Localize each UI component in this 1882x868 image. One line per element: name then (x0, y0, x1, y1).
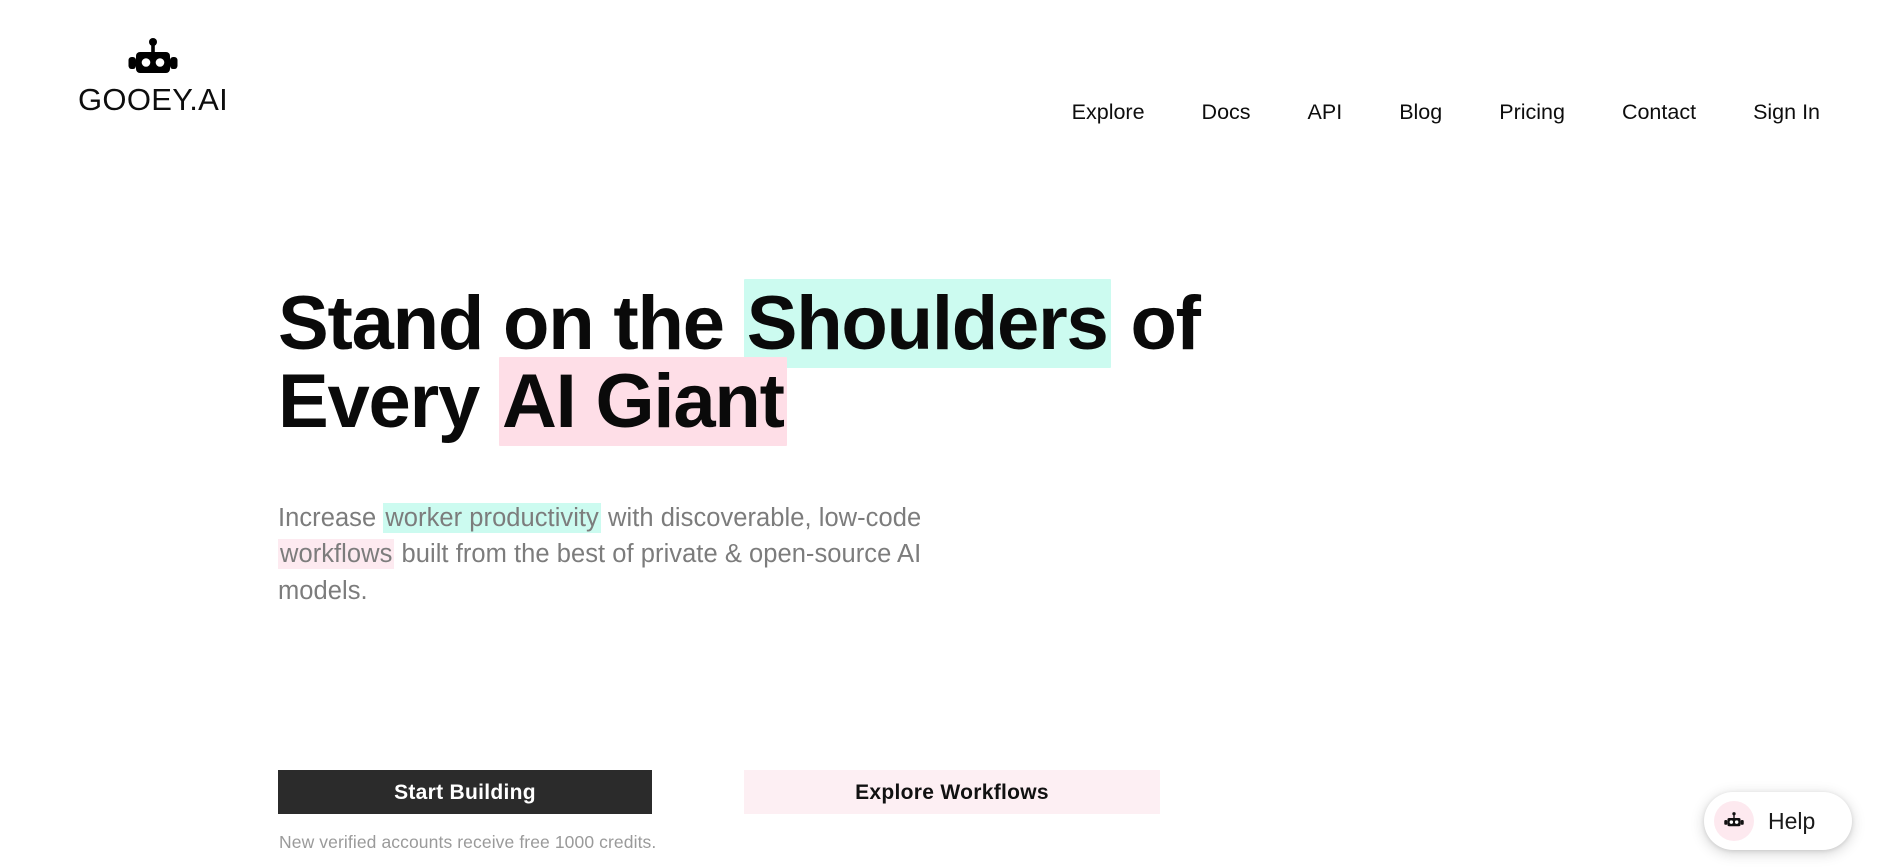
headline-highlight-shoulders: Shoulders (743, 279, 1111, 368)
nav-link-api[interactable]: API (1308, 96, 1343, 130)
subtitle-text-1: Increase (278, 503, 384, 532)
headline-line-2: Every AI Giant (278, 357, 1158, 447)
robot-head-icon (122, 38, 184, 82)
avatar (1714, 801, 1754, 841)
nav-link-explore[interactable]: Explore (1072, 96, 1145, 130)
hero-section: Stand on the Shoulders of Every AI Giant… (278, 279, 1278, 610)
explore-workflows-button[interactable]: Explore Workflows (744, 770, 1160, 814)
brand-logo[interactable]: GOOEY.AI (78, 38, 228, 115)
page-title: Stand on the Shoulders of Every AI Giant (278, 279, 1201, 447)
start-building-button[interactable]: Start Building (278, 770, 652, 814)
nav-link-sign-in[interactable]: Sign In (1753, 96, 1820, 130)
headline-line-1: Stand on the Shoulders of (278, 279, 1201, 368)
nav-link-docs[interactable]: Docs (1202, 96, 1251, 130)
headline-highlight-ai-giant: AI Giant (499, 357, 787, 447)
brand-name: GOOEY.AI (78, 82, 228, 117)
credits-fineprint: New verified accounts receive free 1000 … (279, 832, 657, 852)
nav-link-contact[interactable]: Contact (1622, 96, 1696, 130)
help-button[interactable]: Help (1704, 792, 1852, 850)
headline-text-1: Stand on the (278, 281, 744, 366)
subtitle-text-2: with discoverable, low-code (600, 503, 922, 532)
robot-head-icon (1722, 811, 1746, 831)
hero-subtitle: Increase worker productivity with discov… (278, 500, 968, 610)
headline-text-3: Every (278, 359, 499, 445)
cta-row: Start Building Explore Workflows (278, 770, 1160, 814)
help-label: Help (1768, 807, 1816, 834)
main-navigation: Explore Docs API Blog Pricing Contact Si… (1072, 96, 1820, 130)
subtitle-highlight-workflows: workflows (278, 539, 395, 570)
site-header: GOOEY.AI Explore Docs API Blog Pricing C… (0, 0, 1882, 150)
nav-link-blog[interactable]: Blog (1399, 96, 1442, 130)
headline-text-2: of (1110, 281, 1201, 366)
nav-link-pricing[interactable]: Pricing (1499, 96, 1565, 130)
subtitle-highlight-productivity: worker productivity (383, 502, 601, 533)
